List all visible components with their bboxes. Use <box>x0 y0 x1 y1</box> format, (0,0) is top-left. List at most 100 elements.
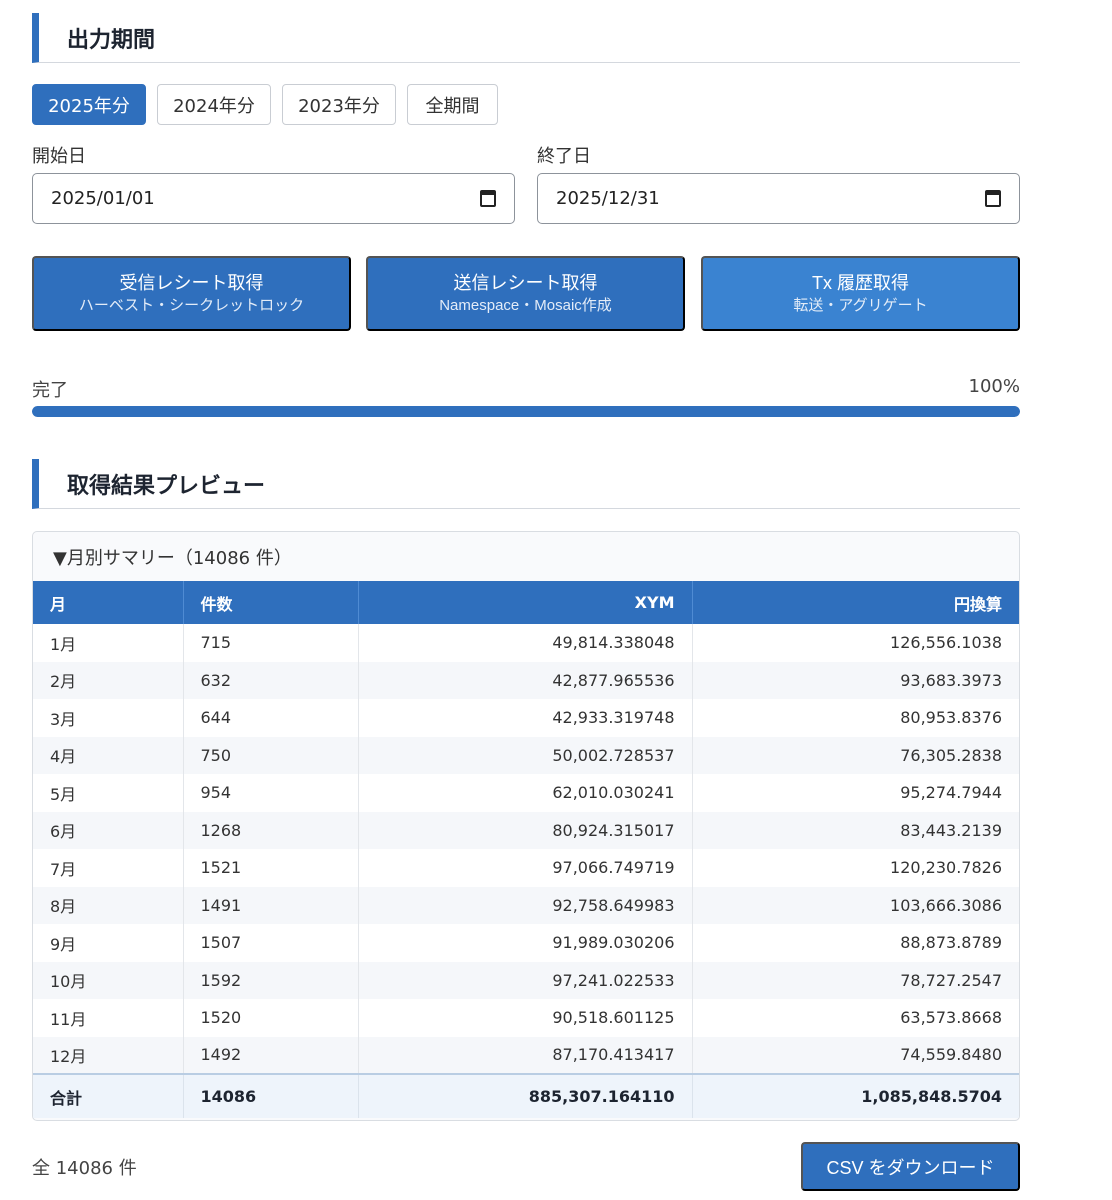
count-cell: 644 <box>183 699 359 737</box>
fetch-tx-history-button[interactable]: Tx 履歴取得 転送・アグリゲート <box>701 256 1020 331</box>
count-cell: 1268 <box>183 811 359 849</box>
period-button-group: 2025年分 2024年分 2023年分 全期間 <box>32 84 498 125</box>
xym-cell: 62,010.030241 <box>358 774 693 812</box>
xym-cell: 91,989.030206 <box>358 924 693 962</box>
xym-cell: 87,170.413417 <box>358 1036 693 1074</box>
xym-cell: 92,758.649983 <box>358 886 693 924</box>
table-total-row: 合計 14086 885,307.164110 1,085,848.5704 <box>33 1073 1019 1118</box>
table-row: 7月 1521 97,066.749719 120,230.7826 <box>33 849 1019 887</box>
month-cell: 8月 <box>33 886 184 924</box>
count-cell: 954 <box>183 774 359 812</box>
column-header-jpy: 円換算 <box>692 581 1019 624</box>
jpy-cell: 76,305.2838 <box>692 736 1019 774</box>
month-cell: 4月 <box>33 736 184 774</box>
total-jpy-cell: 1,085,848.5704 <box>692 1073 1019 1118</box>
start-date-input[interactable]: 2025/01/01 <box>32 173 515 224</box>
end-date-label: 終了日 <box>537 146 591 167</box>
table-row: 6月 1268 80,924.315017 83,443.2139 <box>33 811 1019 849</box>
total-xym-cell: 885,307.164110 <box>358 1073 693 1118</box>
jpy-cell: 80,953.8376 <box>900 708 1002 728</box>
progress-percent: 100% <box>968 376 1020 397</box>
period-button-2023[interactable]: 2023年分 <box>282 84 396 125</box>
action-main-label: 受信レシート取得 <box>119 272 264 293</box>
xym-cell: 50,002.728537 <box>358 736 693 774</box>
start-date-value: 2025/01/01 <box>51 188 155 209</box>
month-cell: 5月 <box>33 774 184 812</box>
count-cell: 1592 <box>183 961 359 999</box>
month-cell: 6月 <box>33 811 184 849</box>
table-row: 1月 715 49,814.338048 126,556.1038 <box>33 624 1019 662</box>
calendar-icon[interactable] <box>480 190 496 207</box>
jpy-cell: 83,443.2139 <box>692 811 1019 849</box>
monthly-summary-toggle[interactable]: ▼月別サマリー（14086 件） <box>33 532 1019 581</box>
table-row: 2月 632 42,877.965536 93,683.3973 <box>33 661 1019 699</box>
month-cell: 7月 <box>33 849 184 887</box>
count-cell: 632 <box>183 661 359 699</box>
month-cell: 11月 <box>33 999 184 1037</box>
table-row: 3月 644 42,933.319748 80,953.8376 <box>33 699 1019 737</box>
xym-cell: 42,877.965536 <box>358 661 693 699</box>
monthly-summary-panel: ▼月別サマリー（14086 件） 月 件数 XYM 円換算 1月 715 49,81… <box>32 531 1020 1121</box>
action-sub-label: Namespace・Mosaic作成 <box>439 296 612 314</box>
total-label: 合計 <box>33 1073 184 1118</box>
period-button-all[interactable]: 全期間 <box>407 84 498 125</box>
jpy-cell: 120,230.7826 <box>890 858 1002 878</box>
progress-bar-fill <box>32 406 1020 417</box>
table-row: 4月 750 50,002.728537 76,305.2838 <box>33 736 1019 774</box>
month-cell: 3月 <box>33 699 184 737</box>
table-header-row: 月 件数 XYM 円換算 <box>33 581 1019 624</box>
count-cell: 1520 <box>183 999 359 1037</box>
total-count-cell: 14086 <box>183 1073 359 1118</box>
csv-download-button[interactable]: CSV をダウンロード <box>801 1142 1020 1191</box>
total-record-count: 全 14086 件 <box>32 1158 137 1179</box>
jpy-cell: 88,873.8789 <box>900 933 1002 953</box>
xym-cell: 97,066.749719 <box>358 849 693 887</box>
period-button-2024[interactable]: 2024年分 <box>157 84 271 125</box>
preview-title: 取得結果プレビュー <box>67 473 266 499</box>
jpy-cell: 63,573.8668 <box>900 1008 1002 1028</box>
column-header-count: 件数 <box>183 581 359 624</box>
jpy-cell: 126,556.1038 <box>890 633 1002 653</box>
preview-heading: 取得結果プレビュー <box>32 459 1020 509</box>
table-row: 8月 1491 92,758.649983 103,666.3086 <box>33 886 1019 924</box>
progress-bar <box>32 406 1020 417</box>
output-period-heading: 出力期間 <box>32 13 1020 63</box>
month-cell: 9月 <box>33 924 184 962</box>
fetch-sent-receipts-button[interactable]: 送信レシート取得 Namespace・Mosaic作成 <box>366 256 685 331</box>
month-cell: 12月 <box>33 1036 184 1074</box>
jpy-cell: 78,727.2547 <box>692 961 1019 999</box>
column-header-month: 月 <box>33 581 184 624</box>
xym-cell: 49,814.338048 <box>358 624 693 662</box>
monthly-summary-table: 月 件数 XYM 円換算 1月 715 49,814.338048 126,556.1… <box>33 581 1019 1118</box>
calendar-icon[interactable] <box>985 190 1001 207</box>
end-date-value: 2025/12/31 <box>556 188 660 209</box>
column-header-xym: XYM <box>358 581 693 624</box>
xym-cell: 42,933.319748 <box>358 699 693 737</box>
count-cell: 1507 <box>183 924 359 962</box>
month-cell: 2月 <box>33 661 184 699</box>
action-main-label: 送信レシート取得 <box>453 272 598 293</box>
period-button-2025[interactable]: 2025年分 <box>32 84 146 125</box>
xym-cell: 80,924.315017 <box>358 811 693 849</box>
jpy-cell: 95,274.7944 <box>900 783 1002 803</box>
jpy-cell: 103,666.3086 <box>692 886 1019 924</box>
count-cell: 715 <box>183 624 359 662</box>
table-row: 10月 1592 97,241.022533 78,727.2547 <box>33 961 1019 999</box>
start-date-label: 開始日 <box>32 146 86 167</box>
action-sub-label: 転送・アグリゲート <box>793 296 928 314</box>
xym-cell: 90,518.601125 <box>358 999 693 1037</box>
count-cell: 1492 <box>183 1036 359 1074</box>
end-date-input[interactable]: 2025/12/31 <box>537 173 1020 224</box>
table-row: 12月 1492 87,170.413417 74,559.8480 <box>33 1036 1019 1074</box>
output-period-title: 出力期間 <box>67 27 156 53</box>
action-sub-label: ハーベスト・シークレットロック <box>78 296 305 314</box>
month-cell: 1月 <box>33 624 184 662</box>
table-row: 9月 1507 91,989.030206 88,873.8789 <box>33 924 1019 962</box>
fetch-received-receipts-button[interactable]: 受信レシート取得 ハーベスト・シークレットロック <box>32 256 351 331</box>
month-cell: 10月 <box>33 961 184 999</box>
jpy-cell: 93,683.3973 <box>692 661 1019 699</box>
count-cell: 1521 <box>183 849 359 887</box>
jpy-cell: 74,559.8480 <box>692 1036 1019 1074</box>
count-cell: 750 <box>183 736 359 774</box>
action-main-label: Tx 履歴取得 <box>812 272 909 293</box>
